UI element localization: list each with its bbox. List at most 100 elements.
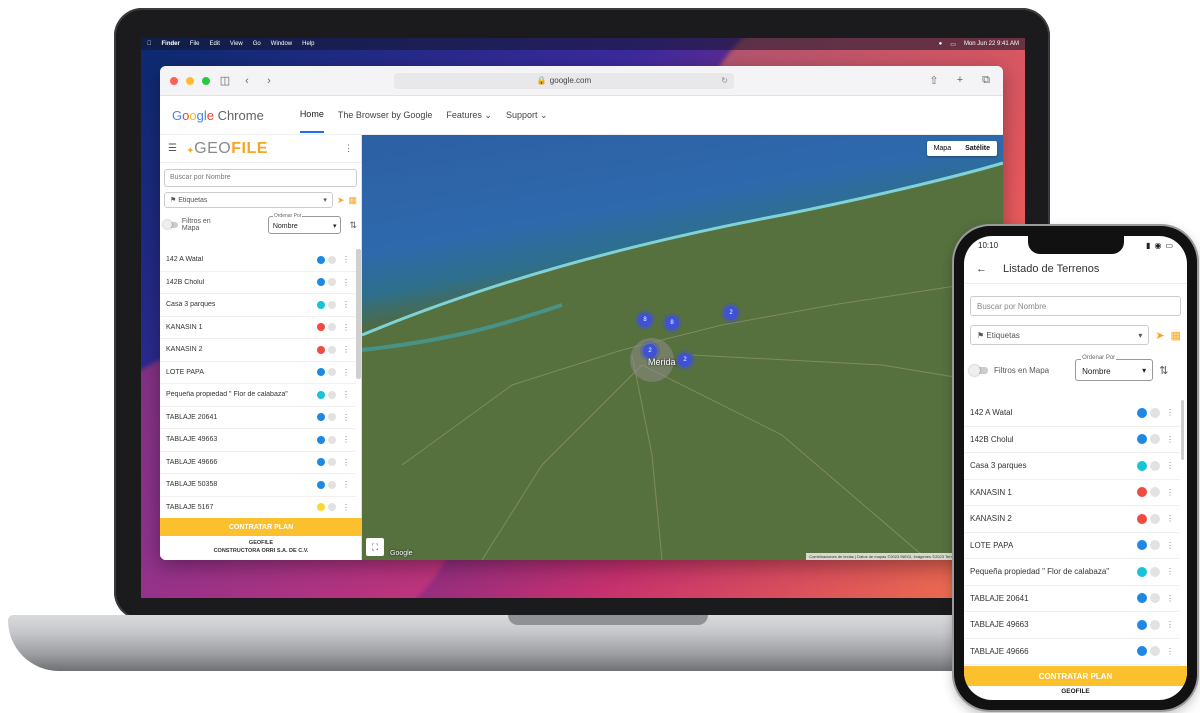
more-vert-icon[interactable]: ⋮: [1166, 647, 1174, 656]
list-item[interactable]: Pequeña propiedad " Flor de calabaza" ⋮: [964, 559, 1180, 586]
tags-select[interactable]: ⚑ Etiquetas ▾: [164, 192, 333, 208]
more-vert-icon[interactable]: ⋮: [342, 503, 350, 512]
tag-add-icon[interactable]: ➤: [1155, 329, 1164, 342]
list-item[interactable]: Pequeña propiedad " Flor de calabaza" ⋮: [160, 384, 356, 407]
list-item[interactable]: Casa 3 parques ⋮: [964, 453, 1180, 480]
more-vert-icon[interactable]: ⋮: [342, 458, 350, 467]
more-vert-icon[interactable]: ⋮: [342, 413, 350, 422]
battery-icon[interactable]: ▭: [950, 41, 956, 48]
color-tag-dot[interactable]: [1137, 487, 1147, 498]
color-tag-dot[interactable]: [317, 503, 325, 512]
visibility-toggle-dot[interactable]: [328, 323, 336, 332]
visibility-toggle-dot[interactable]: [328, 503, 336, 512]
visibility-toggle-dot[interactable]: [1150, 566, 1160, 577]
color-tag-dot[interactable]: [1137, 434, 1147, 445]
list-item[interactable]: TABLAJE 50358 ⋮: [160, 474, 356, 497]
contract-plan-button[interactable]: CONTRATAR PLAN: [160, 518, 362, 536]
menu-file[interactable]: File: [190, 41, 200, 47]
search-input[interactable]: Buscar por Nombre: [164, 169, 357, 187]
tag-add-icon[interactable]: ➤: [337, 195, 345, 206]
color-tag-dot[interactable]: [1137, 407, 1147, 418]
list-item[interactable]: 142B Cholul ⋮: [160, 272, 356, 294]
contract-plan-button[interactable]: CONTRATAR PLAN: [964, 666, 1187, 686]
list-item[interactable]: KANASIN 2 ⋮: [964, 506, 1180, 533]
list-scrollbar[interactable]: [356, 249, 361, 379]
search-input[interactable]: Buscar por Nombre: [970, 296, 1181, 316]
visibility-toggle-dot[interactable]: [328, 255, 336, 264]
menu-edit[interactable]: Edit: [210, 41, 220, 47]
visibility-toggle-dot[interactable]: [1150, 513, 1160, 524]
visibility-toggle-dot[interactable]: [328, 300, 336, 309]
color-tag-dot[interactable]: [1137, 566, 1147, 577]
sort-direction-icon[interactable]: ⇅: [1159, 364, 1168, 377]
visibility-toggle-dot[interactable]: [1150, 487, 1160, 498]
visibility-toggle-dot[interactable]: [328, 345, 336, 354]
color-tag-dot[interactable]: [1137, 513, 1147, 524]
apple-icon[interactable]: : [147, 41, 152, 47]
wifi-icon[interactable]: ●: [939, 41, 943, 48]
list-item[interactable]: TABLAJE 49666 ⋮: [964, 639, 1180, 665]
color-tag-dot[interactable]: [1137, 619, 1147, 630]
color-tag-dot[interactable]: [1137, 540, 1147, 551]
map-filter-toggle[interactable]: [163, 220, 178, 229]
menu-help[interactable]: Help: [302, 41, 314, 47]
menu-window[interactable]: Window: [271, 41, 292, 47]
order-by-select[interactable]: Ordenar Por Nombre ▾: [1075, 355, 1154, 381]
sidebar-icon[interactable]: ◫: [218, 74, 232, 87]
list-item[interactable]: 142 A Watal ⋮: [964, 400, 1180, 427]
visibility-toggle-dot[interactable]: [328, 368, 336, 377]
more-vert-icon[interactable]: ⋮: [342, 390, 350, 399]
more-vert-icon[interactable]: ⋮: [1166, 541, 1174, 550]
more-vert-icon[interactable]: ⋮: [1166, 567, 1174, 576]
map-filter-toggle[interactable]: [969, 364, 988, 376]
menu-view[interactable]: View: [230, 41, 243, 47]
list-item[interactable]: 142 A Watal ⋮: [160, 249, 356, 272]
visibility-toggle-dot[interactable]: [1150, 593, 1160, 604]
visibility-toggle-dot[interactable]: [328, 390, 336, 399]
visibility-toggle-dot[interactable]: [1150, 407, 1160, 418]
list-item[interactable]: TABLAJE 49663 ⋮: [964, 612, 1180, 639]
more-vert-icon[interactable]: ⋮: [342, 368, 350, 377]
satellite-map[interactable]: Mapa Satélite 8 8 2 2 2 Mérida ⛶ Google …: [362, 135, 1003, 560]
map-cluster-marker[interactable]: 2: [724, 306, 738, 320]
menubar-clock[interactable]: Mon Jun 22 9:41 AM: [964, 41, 1019, 48]
address-bar[interactable]: 🔒 google.com ↻: [394, 72, 734, 89]
list-scrollbar[interactable]: [1181, 400, 1184, 460]
nav-home[interactable]: Home: [299, 97, 324, 133]
more-vert-icon[interactable]: ⋮: [342, 255, 350, 264]
list-item[interactable]: KANASIN 2 ⋮: [160, 339, 356, 362]
minimize-window-button[interactable]: [186, 76, 194, 85]
color-tag-dot[interactable]: [317, 435, 325, 444]
nav-browser-by-google[interactable]: The Browser by Google: [338, 98, 433, 132]
tag-filter-icon[interactable]: ▦: [1171, 329, 1181, 342]
more-vert-icon[interactable]: ⋮: [342, 480, 350, 489]
menu-finder[interactable]: Finder: [162, 41, 180, 47]
reload-icon[interactable]: ↻: [721, 76, 728, 85]
color-tag-dot[interactable]: [317, 458, 325, 467]
back-arrow-icon[interactable]: ←: [976, 263, 987, 275]
visibility-toggle-dot[interactable]: [1150, 434, 1160, 445]
more-vert-icon[interactable]: ⋮: [1166, 408, 1174, 417]
nav-support[interactable]: Support ⌄: [506, 98, 548, 133]
order-by-select[interactable]: Ordenar Por Nombre ▾: [267, 213, 342, 234]
list-item[interactable]: TABLAJE 49666 ⋮: [160, 452, 356, 474]
map-cluster-marker[interactable]: 8: [638, 313, 652, 327]
map-type-satellite-button[interactable]: Satélite: [958, 141, 997, 156]
forward-icon[interactable]: ›: [262, 75, 276, 87]
map-cluster-marker[interactable]: 2: [643, 344, 657, 358]
map-cluster-marker[interactable]: 8: [665, 316, 679, 330]
tabs-overview-icon[interactable]: ⧉: [979, 74, 993, 87]
visibility-toggle-dot[interactable]: [328, 458, 336, 467]
map-cluster-marker[interactable]: 2: [678, 353, 692, 367]
fullscreen-icon[interactable]: ⛶: [366, 538, 384, 556]
list-item[interactable]: LOTE PAPA ⋮: [160, 362, 356, 384]
color-tag-dot[interactable]: [317, 368, 325, 377]
color-tag-dot[interactable]: [317, 413, 325, 422]
color-tag-dot[interactable]: [317, 323, 325, 332]
list-item[interactable]: KANASIN 1 ⋮: [964, 480, 1180, 506]
visibility-toggle-dot[interactable]: [328, 413, 336, 422]
color-tag-dot[interactable]: [317, 255, 325, 264]
back-icon[interactable]: ‹: [240, 75, 254, 87]
new-tab-icon[interactable]: +: [953, 74, 967, 87]
visibility-toggle-dot[interactable]: [1150, 540, 1160, 551]
